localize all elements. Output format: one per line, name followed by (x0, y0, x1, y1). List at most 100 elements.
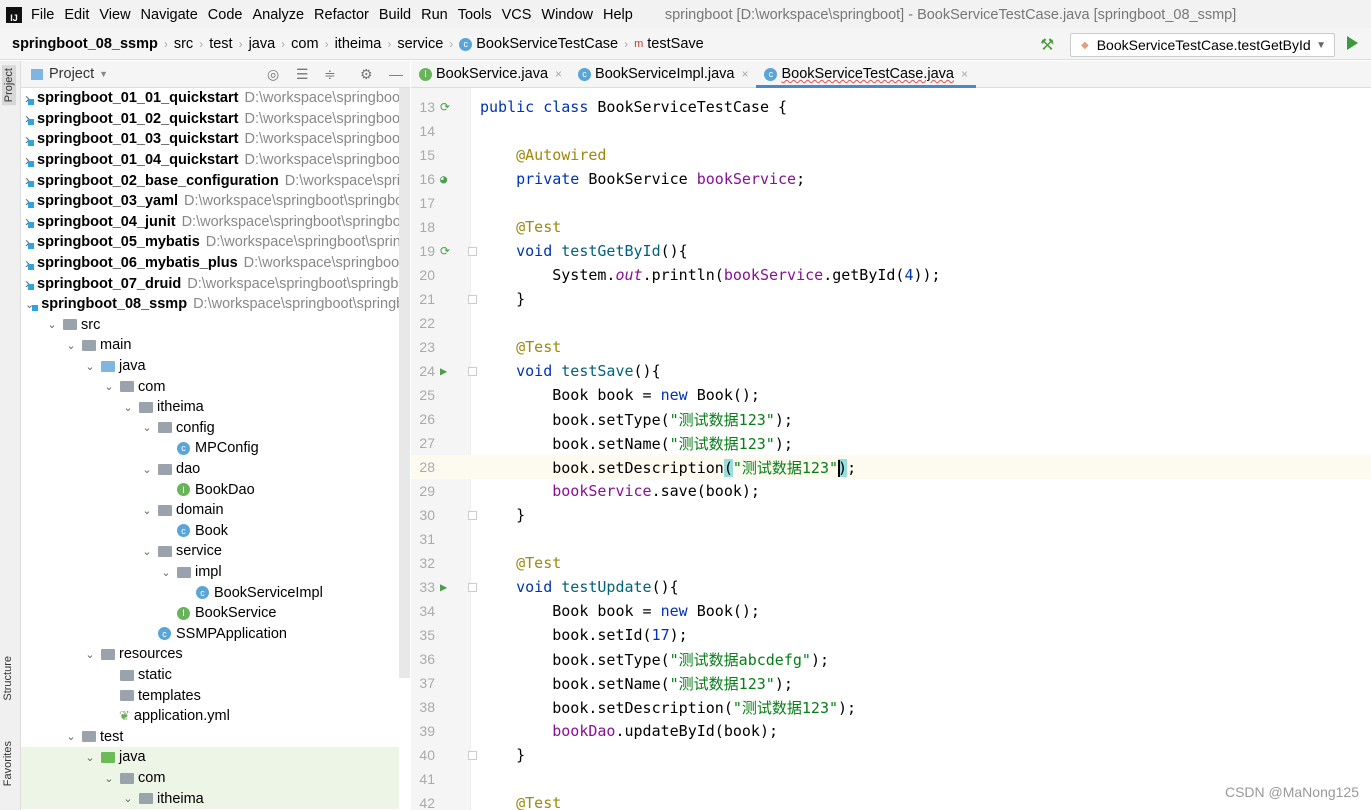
tree-item[interactable]: ⌄ src (21, 315, 399, 336)
tree-item[interactable]: ❦ application.yml (21, 706, 399, 727)
tree-item[interactable]: ⌄ com (21, 767, 399, 789)
chevron-down-icon[interactable]: ⌄ (82, 648, 98, 661)
chevron-down-icon[interactable]: ⌄ (101, 380, 117, 393)
tree-item[interactable]: ⌄ impl (21, 562, 399, 583)
chevron-down-icon[interactable]: ⌄ (63, 339, 79, 352)
menu-build[interactable]: Build (379, 7, 411, 23)
tree-item[interactable]: ⌄ resources (21, 644, 399, 665)
fold-marker-icon[interactable] (468, 582, 477, 592)
menu-edit[interactable]: Edit (64, 7, 89, 23)
tree-item[interactable]: ›springboot_03_yamlD:\workspace\springbo… (21, 191, 399, 212)
tree-item[interactable]: ›springboot_06_mybatis_plusD:\workspace\… (21, 253, 399, 274)
tree-item[interactable]: ›springboot_04_junitD:\workspace\springb… (21, 212, 399, 233)
tree-item[interactable]: ⌄ itheima (21, 788, 399, 809)
run-test-icon[interactable]: ▶ (440, 580, 447, 594)
menu-tools[interactable]: Tools (458, 7, 492, 23)
editor-tab[interactable]: c BookServiceTestCase.java × (756, 61, 976, 88)
build-hammer-icon[interactable]: ⚒ (1040, 35, 1054, 55)
tree-item[interactable]: ⌄ itheima (21, 397, 399, 418)
close-icon[interactable]: × (741, 67, 748, 81)
tree-item[interactable]: ⌄ config (21, 418, 399, 439)
run-play-icon[interactable] (1347, 36, 1358, 50)
menu-vcs[interactable]: VCS (502, 7, 532, 23)
run-test-class-icon[interactable]: ⟳ (440, 244, 450, 258)
run-test-icon[interactable]: ▶ (440, 364, 447, 378)
tree-item[interactable]: c Book (21, 521, 399, 542)
menu-view[interactable]: View (99, 7, 130, 23)
editor-tab[interactable]: I BookService.java × (411, 61, 570, 87)
tree-item[interactable]: I BookService (21, 603, 399, 624)
tree-scrollbar[interactable] (399, 88, 410, 678)
run-configuration-select[interactable]: ◆ BookServiceTestCase.testGetById ▼ (1070, 33, 1335, 57)
code-editor[interactable]: 13 ⟳ public class BookServiceTestCase {14 1… (411, 88, 1371, 810)
breadcrumb-item[interactable]: src › (174, 36, 209, 52)
chevron-down-icon[interactable]: ▼ (99, 69, 108, 79)
tree-item[interactable]: ›springboot_02_base_configurationD:\work… (21, 170, 399, 191)
expand-all-icon[interactable]: ☰ (296, 66, 309, 83)
fold-marker-icon[interactable] (468, 510, 477, 520)
chevron-down-icon[interactable]: ⌄ (139, 545, 155, 558)
tree-item[interactable]: ›springboot_01_03_quickstartD:\workspace… (21, 129, 399, 150)
chevron-down-icon[interactable]: ⌄ (139, 463, 155, 476)
breadcrumb-item[interactable]: com › (291, 36, 334, 52)
breadcrumb-item[interactable]: springboot_08_ssmp › (12, 36, 174, 52)
tree-item[interactable]: ›springboot_05_mybatisD:\workspace\sprin… (21, 232, 399, 253)
menu-navigate[interactable]: Navigate (141, 7, 198, 23)
breadcrumb-item[interactable]: m testSave (634, 36, 704, 52)
chevron-down-icon[interactable]: ⌄ (139, 504, 155, 517)
tree-item[interactable]: c MPConfig (21, 438, 399, 459)
locate-icon[interactable]: ◎ (267, 66, 279, 83)
chevron-down-icon[interactable]: ⌄ (82, 751, 98, 764)
tree-item[interactable]: ›springboot_01_01_quickstartD:\workspace… (21, 88, 399, 109)
menu-help[interactable]: Help (603, 7, 633, 23)
chevron-down-icon[interactable]: ⌄ (120, 401, 136, 414)
tool-tab-project[interactable]: Project (2, 65, 16, 106)
tree-item[interactable]: ⌄ com (21, 376, 399, 397)
menu-refactor[interactable]: Refactor (314, 7, 369, 23)
breadcrumb-item[interactable]: service › (397, 36, 459, 52)
tree-item[interactable]: ⌄ domain (21, 500, 399, 521)
tree-item[interactable]: c SSMPApplication (21, 624, 399, 645)
fold-marker-icon[interactable] (468, 246, 477, 256)
tree-item[interactable]: c BookServiceImpl (21, 582, 399, 603)
breadcrumb-item[interactable]: java › (249, 36, 292, 52)
menu-file[interactable]: File (31, 7, 54, 23)
tree-item[interactable]: I BookDao (21, 479, 399, 500)
chevron-down-icon[interactable]: ⌄ (120, 792, 136, 805)
tool-tab-structure[interactable]: Structure (2, 656, 14, 701)
tree-item[interactable]: ⌄ dao (21, 459, 399, 480)
fold-marker-icon[interactable] (468, 750, 477, 760)
chevron-down-icon[interactable]: ⌄ (44, 318, 60, 331)
tree-item[interactable]: ›springboot_07_druidD:\workspace\springb… (21, 273, 399, 294)
chevron-down-icon[interactable]: ⌄ (82, 360, 98, 373)
tree-item[interactable]: ⌄ java (21, 356, 399, 377)
spring-bean-icon[interactable]: ◕ (440, 172, 447, 186)
tool-tab-favorites[interactable]: Favorites (2, 741, 14, 786)
chevron-down-icon[interactable]: ⌄ (101, 772, 117, 785)
tree-item[interactable]: ›springboot_01_02_quickstartD:\workspace… (21, 109, 399, 130)
tree-item[interactable]: ⌄ service (21, 541, 399, 562)
run-test-class-icon[interactable]: ⟳ (440, 100, 450, 114)
menu-analyze[interactable]: Analyze (252, 7, 304, 23)
tree-item[interactable]: static (21, 665, 399, 686)
fold-marker-icon[interactable] (468, 366, 477, 376)
editor-tab[interactable]: c BookServiceImpl.java × (570, 61, 756, 87)
menu-code[interactable]: Code (208, 7, 243, 23)
collapse-all-icon[interactable]: ≑ (324, 66, 336, 83)
close-icon[interactable]: × (555, 67, 562, 81)
menu-window[interactable]: Window (541, 7, 593, 23)
tree-item[interactable]: templates (21, 685, 399, 706)
fold-marker-icon[interactable] (468, 294, 477, 304)
breadcrumb-item[interactable]: itheima › (335, 36, 398, 52)
gear-icon[interactable]: ⚙ (360, 66, 373, 83)
tree-item[interactable]: ⌄ test (21, 727, 399, 748)
chevron-down-icon[interactable]: ⌄ (63, 730, 79, 743)
tree-item[interactable]: ›springboot_01_04_quickstartD:\workspace… (21, 150, 399, 171)
chevron-down-icon[interactable]: ⌄ (139, 421, 155, 434)
hide-panel-icon[interactable]: — (389, 66, 403, 82)
menu-run[interactable]: Run (421, 7, 448, 23)
tree-item[interactable]: ⌄ main (21, 335, 399, 356)
chevron-down-icon[interactable]: ⌄ (158, 566, 174, 579)
tree-item[interactable]: ⌄ springboot_08_ssmp D:\workspace\springbo… (21, 294, 399, 315)
breadcrumb-item[interactable]: test › (209, 36, 248, 52)
